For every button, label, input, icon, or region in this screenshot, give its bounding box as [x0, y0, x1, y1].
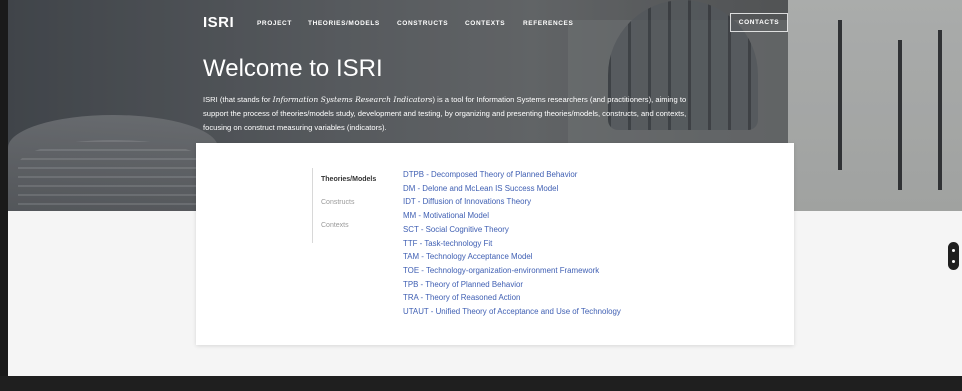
category-sidebar: Theories/Models Constructs Contexts: [312, 168, 387, 243]
page-footer: [0, 376, 962, 391]
nav-link-contexts[interactable]: CONTEXTS: [465, 20, 505, 27]
left-frame-edge: [0, 0, 8, 376]
theory-link-utaut[interactable]: UTAUT - Unified Theory of Acceptance and…: [403, 305, 621, 319]
hero-description: ISRI (that stands for Information System…: [203, 93, 713, 135]
nav-link-references[interactable]: REFERENCES: [523, 20, 573, 27]
theory-link-mm[interactable]: MM - Motivational Model: [403, 209, 621, 223]
nav-link-project[interactable]: PROJECT: [257, 20, 292, 27]
theory-link-dtpb[interactable]: DTPB - Decomposed Theory of Planned Beha…: [403, 168, 621, 182]
theory-link-idt[interactable]: IDT - Diffusion of Innovations Theory: [403, 195, 621, 209]
theory-link-dm[interactable]: DM - Delone and McLean IS Success Model: [403, 182, 621, 196]
sidebar-item-contexts[interactable]: Contexts: [321, 222, 349, 229]
sidebar-item-theories-models[interactable]: Theories/Models: [321, 176, 376, 183]
hero-desc-em: Information Systems Research Indicators: [272, 95, 433, 104]
page-title: Welcome to ISRI: [203, 55, 383, 82]
content-card: Theories/Models Constructs Contexts DTPB…: [196, 143, 794, 345]
theory-link-tra[interactable]: TRA - Theory of Reasoned Action: [403, 291, 621, 305]
nav-link-constructs[interactable]: CONSTRUCTS: [397, 20, 448, 27]
theory-link-ttf[interactable]: TTF - Task-technology Fit: [403, 237, 621, 251]
sidebar-item-constructs[interactable]: Constructs: [321, 199, 354, 206]
theory-link-tpb[interactable]: TPB - Theory of Planned Behavior: [403, 278, 621, 292]
dot-icon: [952, 260, 955, 263]
top-nav: ISRI PROJECT THEORIES/MODELS CONSTRUCTS …: [203, 10, 788, 34]
more-options-icon[interactable]: [948, 242, 959, 270]
site-logo[interactable]: ISRI: [203, 14, 234, 31]
theory-list: DTPB - Decomposed Theory of Planned Beha…: [403, 168, 621, 319]
contacts-button[interactable]: CONTACTS: [730, 13, 788, 32]
dot-icon: [952, 249, 955, 252]
theory-link-tam[interactable]: TAM - Technology Acceptance Model: [403, 250, 621, 264]
theory-link-sct[interactable]: SCT - Social Cognitive Theory: [403, 223, 621, 237]
nav-link-theories-models[interactable]: THEORIES/MODELS: [308, 20, 380, 27]
theory-link-toe[interactable]: TOE - Technology-organization-environmen…: [403, 264, 621, 278]
hero-desc-prefix: ISRI (that stands for: [203, 95, 273, 104]
